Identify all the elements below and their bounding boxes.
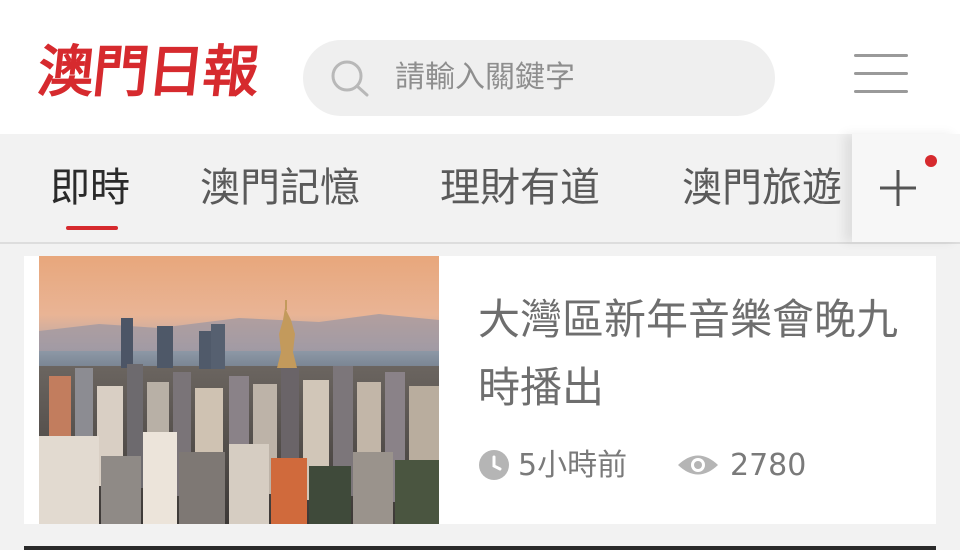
view-count: 2780: [730, 448, 807, 483]
tab-macau-travel[interactable]: 澳門旅遊: [682, 134, 842, 242]
plus-icon[interactable]: [874, 164, 922, 212]
eye-icon: [678, 455, 718, 475]
menu-line: [854, 90, 908, 93]
notification-dot: [925, 155, 937, 167]
app-logo[interactable]: 澳門日報: [34, 36, 262, 108]
city-skyline-image: [39, 256, 439, 524]
news-headline[interactable]: 大灣區新年音樂會晚九時播出: [478, 286, 908, 422]
active-tab-indicator: [66, 226, 118, 230]
menu-line: [854, 54, 908, 57]
search-icon: [331, 60, 369, 97]
menu-line: [854, 72, 908, 75]
tab-finance[interactable]: 理財有道: [440, 134, 600, 242]
next-news-card-edge: [24, 546, 936, 550]
clock-icon: [479, 450, 509, 480]
search-placeholder: 請輸入關鍵字: [395, 60, 575, 95]
news-thumbnail[interactable]: [39, 256, 439, 524]
tab-macau-memory[interactable]: 澳門記憶: [200, 134, 360, 242]
search-bar[interactable]: 請輸入關鍵字: [303, 40, 775, 116]
publish-time: 5小時前: [518, 448, 628, 483]
app-header: 澳門日報 請輸入關鍵字: [0, 0, 960, 134]
news-card[interactable]: 大灣區新年音樂會晚九時播出 5小時前 2780: [24, 256, 936, 524]
category-tab-bar: 即時 澳門記憶 理財有道 澳門旅遊: [0, 134, 960, 244]
hamburger-menu-icon[interactable]: [850, 48, 912, 100]
